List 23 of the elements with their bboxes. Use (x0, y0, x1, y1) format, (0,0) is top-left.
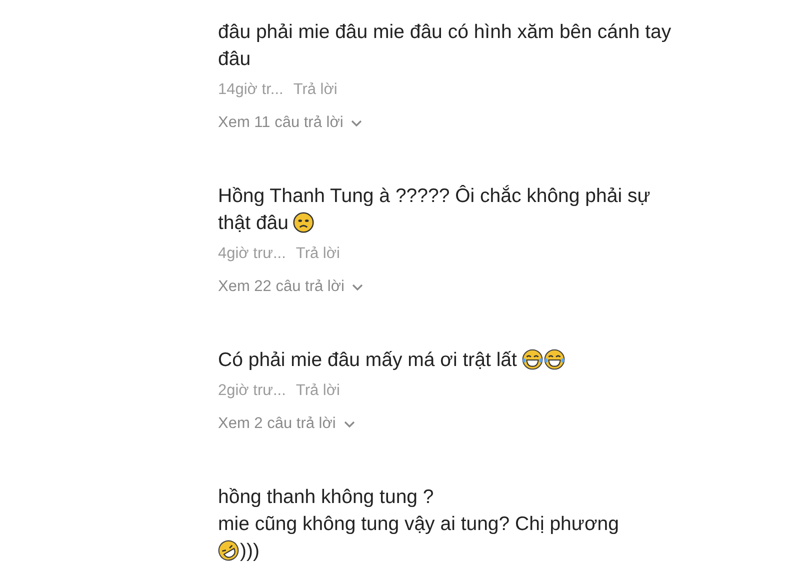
reply-link[interactable]: Trả lời (296, 245, 340, 263)
comment-text: đâu phải mie đâu mie đâu có hình xăm bên cánh tay đâu (218, 21, 672, 70)
comment-text: Hồng Thanh Tung à ????? Ôi chắc không phải sự (218, 185, 650, 207)
comment-time: 14giờ tr... (218, 81, 284, 99)
comment-text: ))) (240, 540, 260, 562)
sad-face-icon (293, 212, 314, 233)
chevron-down-icon (344, 420, 355, 428)
comment-text: hồng thanh không tung ? (218, 486, 434, 508)
view-replies-button[interactable]: Xem 11 câu trả lời (218, 114, 362, 132)
comment-time: 2giờ trư... (218, 382, 286, 400)
reply-link[interactable]: Trả lời (296, 382, 340, 400)
comment-text: thật đâu (218, 212, 288, 234)
view-replies-button[interactable]: Xem 22 câu trả lời (218, 278, 364, 296)
reply-link[interactable]: Trả lời (293, 81, 338, 99)
laughing-face-icon (522, 349, 543, 370)
comment-text: mie cũng không tung vậy ai tung? Chị phương (218, 513, 619, 535)
comment-text: Có phải mie đâu mấy má ơi trật lất (218, 349, 517, 371)
laughing-face-icon (544, 349, 565, 370)
comment-time: 4giờ trư... (218, 245, 286, 263)
view-replies-button[interactable]: Xem 2 câu trả lời (218, 415, 355, 433)
chevron-down-icon (352, 284, 364, 290)
laughing-face-icon (218, 540, 239, 561)
chevron-down-icon (351, 120, 362, 126)
